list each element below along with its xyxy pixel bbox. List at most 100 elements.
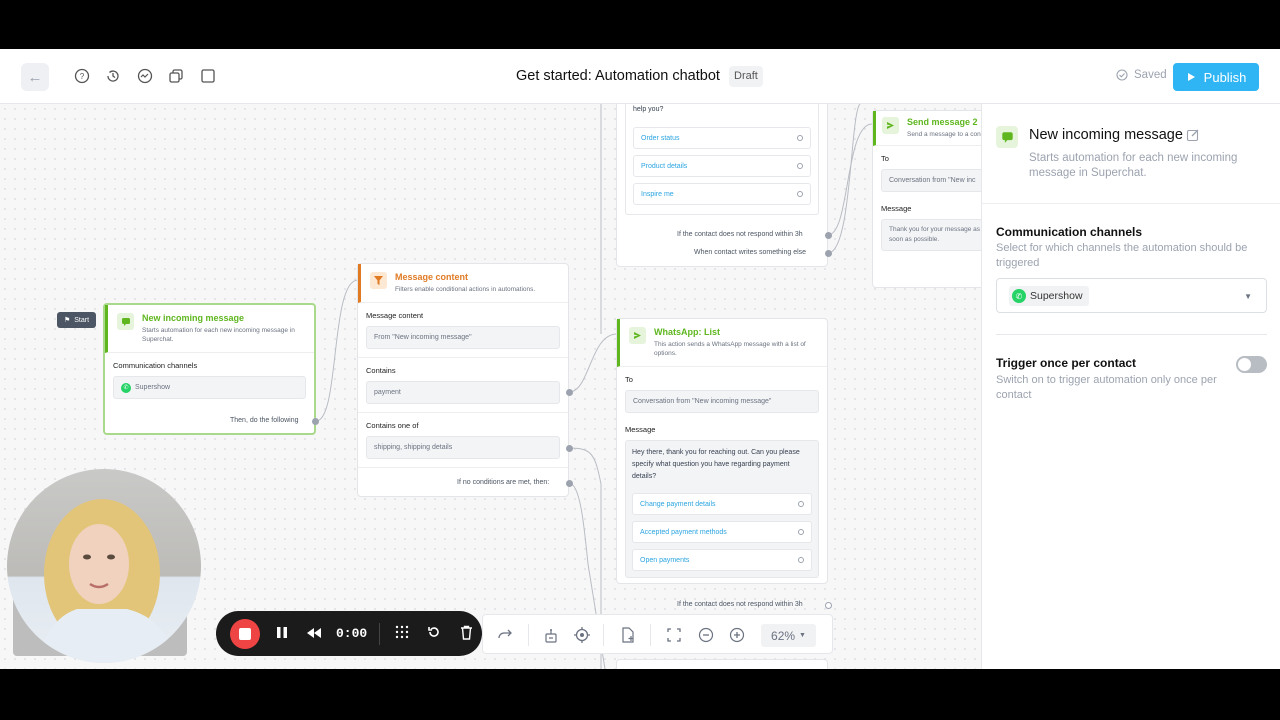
message-text: help you? bbox=[633, 106, 664, 113]
divider bbox=[603, 624, 604, 646]
publish-button[interactable]: Publish bbox=[1173, 63, 1259, 91]
top-header: ← ? Get started: Automation chatbot Draf… bbox=[0, 49, 1280, 104]
chevron-down-icon: ▼ bbox=[799, 632, 806, 639]
option-open-payments[interactable]: Open payments bbox=[632, 549, 812, 571]
square-icon[interactable] bbox=[199, 67, 217, 85]
to-field[interactable]: Conversation from "New incoming message" bbox=[625, 390, 819, 413]
help-icon[interactable]: ? bbox=[73, 67, 91, 85]
option-handle bbox=[797, 163, 803, 169]
grid-button[interactable] bbox=[392, 625, 412, 642]
redo-icon[interactable] bbox=[497, 627, 513, 643]
section-label: To bbox=[625, 375, 633, 384]
channel-field[interactable]: ✆ Supershow bbox=[113, 376, 306, 399]
letterbox-top bbox=[0, 0, 1280, 49]
connection-handle[interactable] bbox=[566, 445, 573, 452]
node-list-top[interactable]: help you? Order status Product details I… bbox=[616, 104, 828, 267]
connection-handle[interactable] bbox=[566, 480, 573, 487]
channels-subtext: Select for which channels the automation… bbox=[996, 242, 1248, 269]
rewind-icon bbox=[307, 627, 321, 638]
fit-view-icon[interactable] bbox=[666, 627, 682, 643]
delete-button[interactable] bbox=[456, 625, 476, 643]
send-icon bbox=[882, 117, 899, 134]
filter-icon bbox=[370, 272, 387, 289]
back-button[interactable]: ← bbox=[21, 63, 49, 91]
node-footer: If the contact does not respond within 3… bbox=[677, 601, 803, 608]
edit-icon[interactable] bbox=[1186, 128, 1200, 147]
zoom-in-icon[interactable] bbox=[729, 627, 745, 643]
option-label: Order status bbox=[641, 134, 680, 142]
option-label: Accepted payment methods bbox=[640, 528, 727, 536]
node-below[interactable] bbox=[616, 659, 828, 669]
status-badge: Draft bbox=[729, 66, 763, 87]
contains-field[interactable]: payment bbox=[366, 381, 560, 404]
message-content-field[interactable]: From "New incoming message" bbox=[366, 326, 560, 349]
node-footer: Then, do the following bbox=[230, 417, 299, 424]
trigger-toggle[interactable] bbox=[1236, 356, 1267, 373]
connection-handle[interactable] bbox=[825, 250, 832, 257]
connection-handle[interactable] bbox=[312, 418, 319, 425]
robot-icon[interactable] bbox=[543, 627, 559, 643]
section-label: Communication channels bbox=[113, 361, 198, 370]
chip-label: Supershow bbox=[1030, 290, 1083, 302]
divider bbox=[982, 203, 1280, 204]
node-footer: When contact writes something else bbox=[694, 249, 807, 256]
zoom-out-icon[interactable] bbox=[698, 627, 714, 643]
connection-handle[interactable] bbox=[566, 389, 573, 396]
history-icon[interactable] bbox=[104, 67, 122, 85]
add-page-icon[interactable] bbox=[620, 627, 636, 643]
section-label: Message bbox=[625, 425, 656, 434]
page-title: Get started: Automation chatbot bbox=[516, 68, 720, 84]
node-new-incoming-message[interactable]: New incoming message Starts automation f… bbox=[103, 303, 316, 435]
option-inspire-me[interactable]: Inspire me bbox=[633, 183, 811, 205]
node-description: This action sends a WhatsApp message wit… bbox=[654, 341, 806, 357]
option-change-payment-details[interactable]: Change payment details bbox=[632, 493, 812, 515]
message-field[interactable]: Thank you for your message as soon as po… bbox=[881, 219, 981, 251]
panel-title: New incoming message bbox=[1029, 127, 1183, 143]
zoom-value: 62% bbox=[771, 628, 796, 643]
channels-heading: Communication channels bbox=[996, 225, 1143, 239]
node-description: Filters enable conditional actions in au… bbox=[395, 286, 536, 293]
arrow-left-icon: ← bbox=[27, 68, 43, 86]
node-title: Message content bbox=[395, 272, 469, 282]
rewind-button[interactable] bbox=[304, 626, 324, 642]
restart-icon bbox=[428, 627, 440, 637]
stop-record-button[interactable] bbox=[230, 618, 260, 649]
option-label: Change payment details bbox=[640, 500, 716, 508]
node-whatsapp-list[interactable]: WhatsApp: List This action sends a Whats… bbox=[616, 318, 828, 584]
node-title: WhatsApp: List bbox=[654, 327, 720, 337]
target-icon[interactable] bbox=[574, 627, 590, 643]
contains-one-of-field[interactable]: shipping, shipping details bbox=[366, 436, 560, 459]
send-icon bbox=[629, 327, 646, 344]
divider bbox=[650, 624, 651, 646]
channels-select[interactable]: ✆ Supershow ▼ bbox=[996, 278, 1267, 313]
zoom-select[interactable]: 62% ▼ bbox=[761, 624, 816, 647]
divider bbox=[528, 624, 529, 646]
message-box[interactable]: Hey there, thank you for reaching out. C… bbox=[625, 440, 819, 578]
option-order-status[interactable]: Order status bbox=[633, 127, 811, 149]
to-field[interactable]: Conversation from "New inc bbox=[881, 169, 981, 192]
recorder-toolbar: 0:00 bbox=[216, 611, 482, 656]
node-send-message-2[interactable]: Send message 2 Send a message to a con T… bbox=[872, 110, 981, 288]
restart-button[interactable] bbox=[424, 625, 444, 642]
toggle-knob bbox=[1238, 358, 1251, 371]
divider bbox=[996, 334, 1267, 335]
chat-icon bbox=[117, 313, 134, 330]
duplicate-icon[interactable] bbox=[167, 67, 185, 85]
option-handle bbox=[797, 135, 803, 141]
option-product-details[interactable]: Product details bbox=[633, 155, 811, 177]
flag-icon: ⚑ bbox=[63, 317, 71, 324]
start-tag: ⚑ Start bbox=[57, 312, 96, 328]
check-circle-icon bbox=[1116, 69, 1128, 81]
settings-panel: New incoming message Starts automation f… bbox=[981, 104, 1280, 669]
connection-handle[interactable] bbox=[825, 602, 832, 609]
node-message-content-filter[interactable]: Message content Filters enable condition… bbox=[357, 263, 569, 497]
option-accepted-payment-methods[interactable]: Accepted payment methods bbox=[632, 521, 812, 543]
activity-icon[interactable] bbox=[136, 67, 154, 85]
channel-chip[interactable]: ✆ Supershow bbox=[1009, 286, 1089, 306]
start-label: Start bbox=[74, 316, 90, 324]
pause-button[interactable] bbox=[272, 626, 292, 642]
node-description: Starts automation for each new incoming … bbox=[142, 327, 295, 343]
stop-icon bbox=[239, 627, 251, 640]
connection-handle[interactable] bbox=[825, 232, 832, 239]
saved-label: Saved bbox=[1134, 69, 1167, 81]
